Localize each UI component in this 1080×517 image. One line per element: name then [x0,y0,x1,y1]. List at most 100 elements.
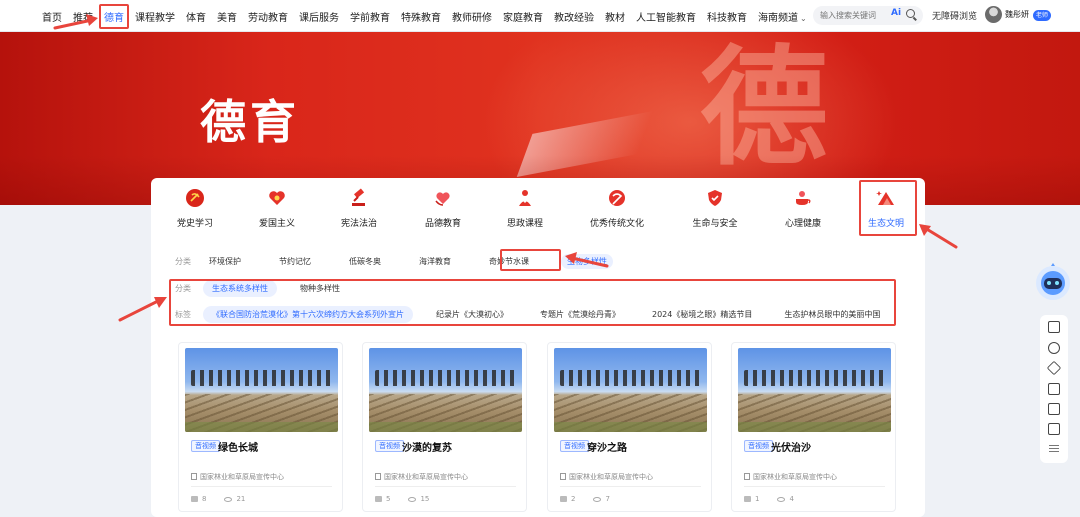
avatar[interactable] [985,6,1002,23]
help-icon[interactable] [1048,342,1060,354]
nav-item-moral-education[interactable]: 德育 [104,9,124,24]
subcategory-environment[interactable]: 环境保护 [203,254,247,269]
subcategory-memory[interactable]: 节约记忆 [273,254,317,269]
category-label: 党史学习 [176,219,213,229]
nav-item-teacher-training[interactable]: 教师研修 [452,9,492,24]
tag-special-feature[interactable]: 专题片《荒漠绘丹青》 [531,306,629,323]
divider [375,486,516,487]
subcategory-ocean[interactable]: 海洋教育 [413,254,457,269]
video-source: 国家林业和草原局宣传中心 [744,472,837,482]
nav-item-textbooks[interactable]: 教材 [605,9,625,24]
document-icon [191,473,197,480]
category-mental-health[interactable]: 心理健康 [759,182,847,238]
like-count: 1 [755,495,760,503]
username[interactable]: 魏彤妍 [1005,9,1029,20]
like-stat[interactable]: 8 [191,495,206,503]
category-character[interactable]: 品德教育 [399,182,487,238]
ai-search-icon[interactable]: Ai [891,8,901,18]
nav-item-labor[interactable]: 劳动教育 [248,9,288,24]
view-stat: 21 [224,495,245,503]
nav-item-special-education[interactable]: 特殊教育 [401,9,441,24]
view-stat: 15 [408,495,429,503]
search-icon[interactable] [906,9,915,18]
video-card[interactable]: 音视频 沙漠的复苏 国家林业和草原局宣传中心 5 15 [362,342,527,512]
more-icon[interactable] [1049,445,1059,452]
video-source: 国家林业和草原局宣传中心 [375,472,468,482]
like-stat[interactable]: 1 [744,495,759,503]
video-title: 绿色长城 [218,443,258,454]
category-party-history[interactable]: 党史学习 [151,182,239,238]
video-stats: 8 21 [191,495,263,503]
nav-item-sports[interactable]: 体育 [186,9,206,24]
category-label: 思政课程 [506,219,543,229]
nav-item-arts[interactable]: 美育 [217,9,237,24]
document-icon[interactable] [1048,403,1060,415]
classification-label: 分类 [175,283,191,293]
subcategory-biodiversity[interactable]: 生物多样性 [561,253,613,269]
video-stats: 1 4 [744,495,812,503]
nav-item-ai-education[interactable]: 人工智能教育 [636,9,696,24]
nav-item-preschool[interactable]: 学前教育 [350,9,390,24]
nav-item-curriculum[interactable]: 课程教学 [135,9,175,24]
home-icon[interactable] [1048,321,1060,333]
tag-un-desertification[interactable]: 《联合国防治荒漠化》第十六次缔约方大会系列外宣片 [203,305,413,323]
category-life-safety[interactable]: 生命与安全 [671,182,759,238]
tags-label: 标签 [175,309,191,319]
assistant-mascot[interactable] [1034,263,1072,305]
subcategory-low-carbon[interactable]: 低碳冬奥 [343,254,387,269]
nav-item-after-school[interactable]: 课后服务 [299,9,339,24]
nav-item-recommend[interactable]: 推荐 [73,9,93,24]
category-label: 品德教育 [424,219,461,229]
like-stat[interactable]: 5 [375,495,390,503]
view-count: 21 [236,495,246,503]
heart-icon [269,191,285,205]
classification-ecosystem[interactable]: 生态系统多样性 [203,279,277,297]
video-stats: 2 7 [560,495,628,503]
category-label: 生命与安全 [692,219,738,229]
like-stat[interactable]: 2 [560,495,575,503]
divider [191,486,332,487]
copy-icon[interactable] [1048,383,1060,395]
nav-item-home[interactable]: 首页 [42,9,62,24]
video-thumbnail [185,348,338,432]
video-card[interactable]: 音视频 光伏治沙 国家林业和草原局宣传中心 1 4 [731,342,896,512]
divider [560,486,701,487]
category-constitution[interactable]: 宪法法治 [315,182,403,238]
tag-secret-eye[interactable]: 2024《秘境之眼》精选节目 [643,306,761,323]
eye-icon [593,496,602,502]
like-count: 2 [571,495,576,503]
nav-items: 首页 推荐 德育 课程教学 体育 美育 劳动教育 课后服务 学前教育 特殊教育 … [42,0,818,32]
feedback-icon[interactable] [1048,423,1060,435]
video-stats: 5 15 [375,495,447,503]
category-traditional-culture[interactable]: 优秀传统文化 [573,182,661,238]
nav-item-tech-education[interactable]: 科技教育 [707,9,747,24]
thumbs-up-icon [375,496,382,502]
classification-species[interactable]: 物种多样性 [291,280,349,297]
cube-icon[interactable] [1046,360,1062,376]
video-card[interactable]: 音视频 绿色长城 国家林业和草原局宣传中心 8 21 [178,342,343,512]
view-count: 15 [420,495,430,503]
like-count: 5 [386,495,391,503]
eye-icon [224,496,233,502]
nav-item-family-education[interactable]: 家庭教育 [503,9,543,24]
video-title: 光伏治沙 [771,443,811,454]
eye-icon [408,496,417,502]
video-card[interactable]: 音视频 穿沙之路 国家林业和草原局宣传中心 2 7 [547,342,712,512]
nav-item-hainan-channel[interactable]: 海南频道 ⌄ [758,9,807,24]
category-ecology[interactable]: 生态文明 [842,182,930,238]
document-icon [744,473,750,480]
view-stat: 4 [777,495,794,503]
accessibility-link[interactable]: 无障碍浏览 [932,9,977,22]
subcategory-water[interactable]: 奇妙节水课 [483,254,535,269]
tag-forest-ranger[interactable]: 生态护林员眼中的美丽中国 [775,306,889,323]
video-source: 国家林业和草原局宣传中心 [191,472,284,482]
category-bar: 党史学习 爱国主义 宪法法治 品德教育 思政课程 优秀传统文化 生命与安全 心理… [151,182,925,238]
video-thumbnail [369,348,522,432]
tag-documentary[interactable]: 纪录片《大漠初心》 [427,306,517,323]
nav-item-reform[interactable]: 教改经验 [554,9,594,24]
category-ideology[interactable]: 思政课程 [481,182,569,238]
view-stat: 7 [593,495,610,503]
category-patriotism[interactable]: 爱国主义 [233,182,321,238]
subcategory-label: 分类 [175,256,191,266]
thumbs-up-icon [744,496,751,502]
